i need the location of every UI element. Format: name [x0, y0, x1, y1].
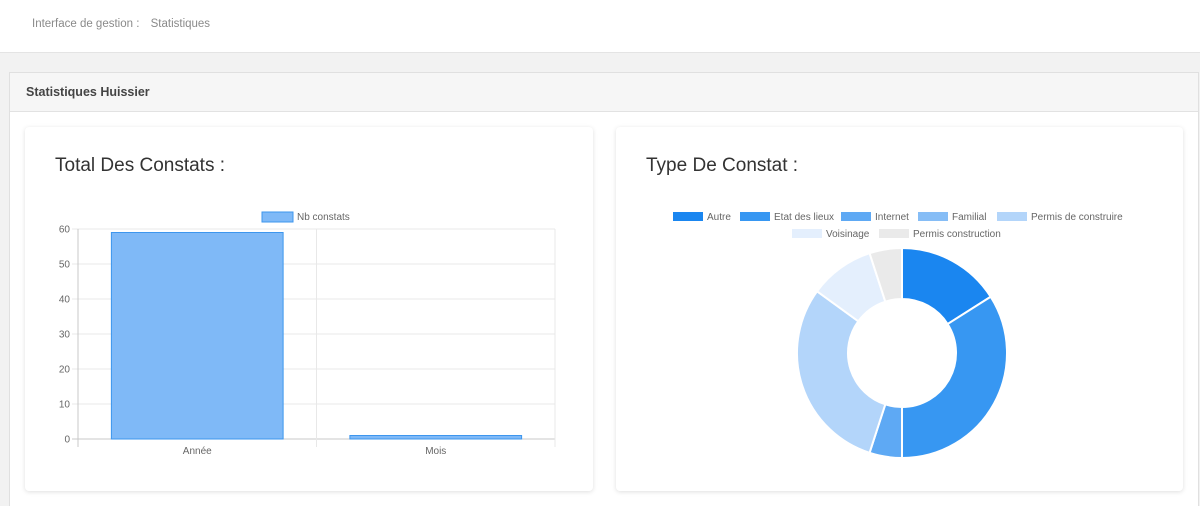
x-tick-label: Année	[183, 446, 212, 457]
y-tick-label: 0	[64, 435, 70, 446]
legend-label-4: Permis de construire	[1031, 212, 1123, 223]
y-tick-label: 10	[59, 400, 71, 411]
donut-slice-1	[901, 295, 1008, 460]
donut-chart: Autre Etat des lieux Internet Familial Permi…	[673, 212, 1123, 460]
legend-swatch-0	[673, 212, 703, 221]
legend-label-nb-constats: Nb constats	[297, 212, 350, 223]
legend-swatch-2	[841, 212, 871, 221]
legend-swatch-6	[879, 229, 909, 238]
legend-label-1: Etat des lieux	[774, 212, 834, 223]
legend-label-3: Familial	[952, 212, 986, 223]
bar-annee	[110, 232, 284, 440]
legend-swatch-5	[792, 229, 822, 238]
donut-slice-4	[796, 289, 887, 455]
legend-label-0: Autre	[707, 212, 731, 223]
y-tick-label: 20	[59, 365, 71, 376]
bar-chart: Nb constats 0 10 20 30 40 50 60 Année Mois	[59, 211, 556, 457]
x-tick-label: Mois	[425, 446, 446, 457]
bar-mois	[349, 435, 523, 440]
legend-swatch-1	[740, 212, 770, 221]
legend-label-5: Voisinage	[826, 229, 870, 240]
y-tick-label: 30	[59, 330, 71, 341]
legend-label-2: Internet	[875, 212, 909, 223]
y-tick-label: 50	[59, 260, 71, 271]
legend-label-6: Permis construction	[913, 229, 1001, 240]
y-tick-label: 40	[59, 295, 71, 306]
y-tick-label: 60	[59, 225, 71, 236]
legend-swatch-nb-constats	[261, 211, 294, 223]
legend-swatch-3	[918, 212, 948, 221]
legend-swatch-4	[997, 212, 1027, 221]
